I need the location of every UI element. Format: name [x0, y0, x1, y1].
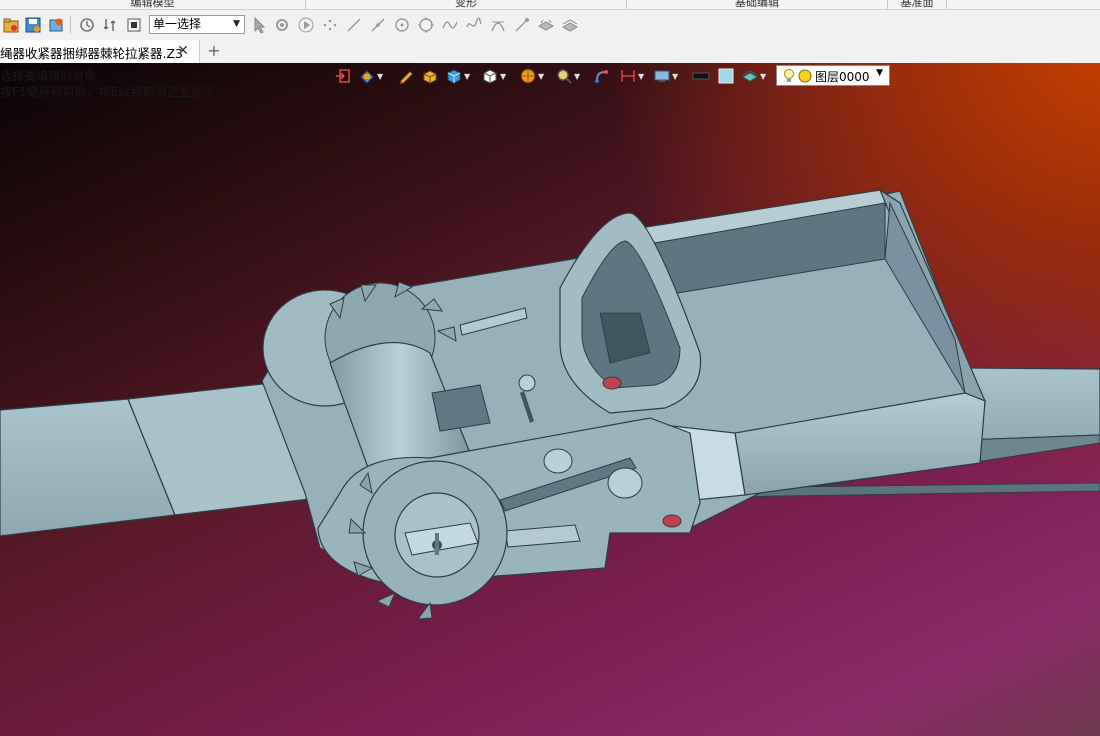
pick-filter-icon[interactable]	[272, 15, 292, 35]
document-tab-title: 绳器收紧器捆绑器棘轮拉紧器.Z3	[0, 46, 183, 61]
dropdown-arrow-icon: ▼	[233, 19, 240, 29]
segment-icon[interactable]	[368, 15, 388, 35]
pick-cursor-icon[interactable]	[249, 15, 269, 35]
3d-viewport[interactable]: 选择要编辑的对象 按F1键获得帮助，按Esc键取消这些提示。 ▼ ▼ ▼ ▼ ▼	[0, 63, 1100, 736]
close-icon[interactable]: ✕	[175, 42, 191, 60]
point-icon[interactable]	[320, 15, 340, 35]
curve-icon[interactable]	[464, 15, 484, 35]
select-mode-value: 单一选择	[153, 17, 202, 31]
arc-icon[interactable]	[488, 15, 508, 35]
layer-surface-icon[interactable]	[560, 15, 580, 35]
regenerate-icon[interactable]	[100, 15, 120, 35]
ribbon-group-edit-model[interactable]: 编辑模型	[0, 0, 306, 9]
open-file-icon[interactable]	[1, 15, 21, 35]
stop-icon[interactable]	[124, 15, 144, 35]
ribbon-group-deform[interactable]: 变形	[306, 0, 627, 9]
ribbon-group-datum-plane[interactable]: 基准面	[888, 0, 947, 9]
play-icon[interactable]	[296, 15, 316, 35]
select-mode-dropdown[interactable]: 单一选择 ▼	[149, 15, 245, 34]
ribbon-group-basic-edit[interactable]: 基础编辑	[627, 0, 888, 9]
circle-center-icon[interactable]	[392, 15, 412, 35]
ribbon-group-strip: 编辑模型 变形 基础编辑 基准面	[0, 0, 1100, 10]
extend-line-icon[interactable]	[512, 15, 532, 35]
circle-icon[interactable]	[416, 15, 436, 35]
line-icon[interactable]	[344, 15, 364, 35]
import-icon[interactable]	[46, 15, 66, 35]
document-tab-bar: 绳器收紧器捆绑器棘轮拉紧器.Z3 ✕ +	[0, 40, 1100, 64]
quick-toolbar: 单一选择 ▼	[0, 10, 1100, 40]
ratchet-strap-model[interactable]	[0, 63, 1100, 736]
tab-document[interactable]: 绳器收紧器捆绑器棘轮拉紧器.Z3 ✕	[0, 40, 200, 63]
surface-icon[interactable]	[536, 15, 556, 35]
add-tab-button[interactable]: +	[205, 41, 223, 61]
save-icon[interactable]	[23, 15, 43, 35]
history-icon[interactable]	[77, 15, 97, 35]
spline-icon[interactable]	[440, 15, 460, 35]
